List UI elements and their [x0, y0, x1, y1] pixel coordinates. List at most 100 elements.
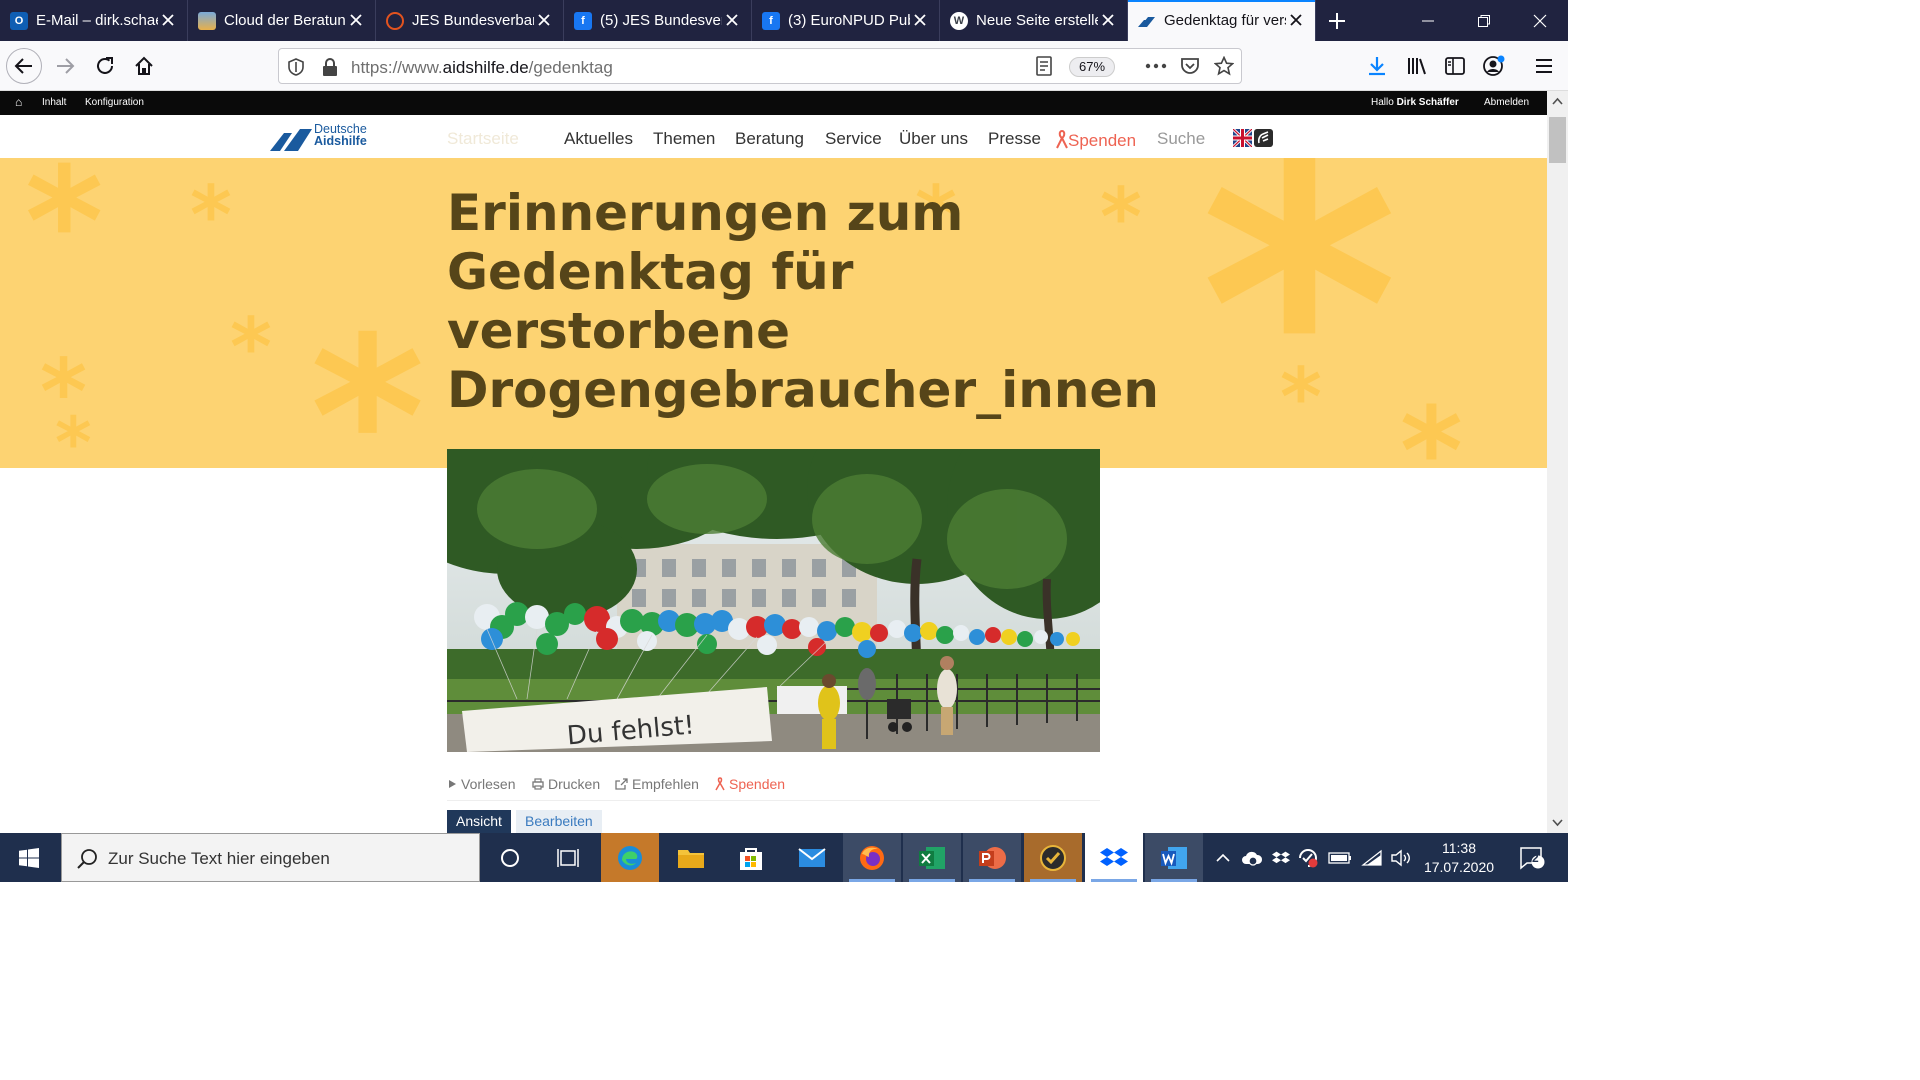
sidebar-button[interactable]	[1438, 50, 1472, 82]
tab-title: JES Bundesverband	[412, 12, 534, 29]
tray-wifi[interactable]	[1359, 833, 1385, 882]
action-center-button[interactable]: 2	[1512, 833, 1552, 882]
new-tab-button[interactable]	[1316, 0, 1358, 41]
nav-service[interactable]: Service	[825, 129, 882, 149]
pocket-button[interactable]	[1179, 55, 1201, 77]
taskbar-search-box[interactable]: Zur Suche Text hier eingeben	[61, 833, 480, 882]
taskbar-file-explorer[interactable]	[662, 833, 720, 882]
close-icon[interactable]	[347, 11, 365, 29]
tray-volume[interactable]	[1389, 833, 1413, 882]
admin-menu-content[interactable]: Inhalt	[42, 97, 66, 108]
minimize-button[interactable]	[1400, 0, 1456, 41]
forward-button[interactable]	[48, 50, 82, 82]
tray-battery[interactable]	[1327, 833, 1353, 882]
shield-icon[interactable]	[287, 58, 305, 76]
red-ribbon-icon	[1056, 129, 1068, 149]
restore-button[interactable]	[1456, 0, 1512, 41]
taskbar-mail[interactable]	[783, 833, 841, 882]
nav-themen[interactable]: Themen	[653, 129, 715, 149]
scroll-down-icon[interactable]	[1552, 819, 1563, 827]
logo-line-2: Aidshilfe	[314, 134, 367, 148]
aidshilfe-logo[interactable]: Deutsche Aidshilfe	[270, 123, 380, 153]
tray-antivirus[interactable]	[1296, 833, 1320, 882]
reader-view-button[interactable]	[1033, 55, 1055, 77]
bookmark-star-button[interactable]	[1213, 55, 1235, 77]
tray-onedrive[interactable]	[1240, 833, 1264, 882]
notification-count: 2	[1532, 851, 1539, 865]
library-button[interactable]	[1400, 50, 1434, 82]
decorative-asterisk-icon: *	[230, 301, 272, 394]
close-icon[interactable]	[911, 11, 929, 29]
user-name[interactable]: Dirk Schäffer	[1397, 97, 1459, 108]
tab-cloud[interactable]: Cloud der Beratung	[188, 0, 376, 41]
decorative-asterisk-icon: *	[1280, 351, 1322, 444]
nav-donate[interactable]: Spenden	[1056, 129, 1136, 151]
memorial-photo: Du fehlst!	[447, 449, 1100, 752]
nav-presse[interactable]: Presse	[988, 129, 1041, 149]
print-button[interactable]: Drucken	[532, 776, 600, 792]
tab-facebook-jes[interactable]: f (5) JES Bundesverband	[564, 0, 752, 41]
close-window-button[interactable]	[1512, 0, 1568, 41]
nav-ueber-uns[interactable]: Über uns	[899, 129, 968, 149]
aidshilfe-icon	[1138, 12, 1156, 30]
page-scrollbar[interactable]	[1547, 91, 1568, 833]
close-icon[interactable]	[723, 11, 741, 29]
cortana-button[interactable]	[481, 833, 539, 882]
restore-icon	[1478, 14, 1490, 27]
red-ribbon-icon	[715, 777, 725, 791]
tab-jes[interactable]: JES Bundesverband	[376, 0, 564, 41]
recommend-button[interactable]: Empfehlen	[615, 776, 699, 792]
close-icon[interactable]	[1287, 11, 1305, 29]
scrollbar-thumb[interactable]	[1549, 117, 1566, 163]
english-flag-icon[interactable]	[1233, 129, 1252, 147]
start-button[interactable]	[0, 833, 58, 882]
url-text[interactable]: https://www.aidshilfe.de/gedenktag	[351, 58, 613, 78]
tab-wordpress[interactable]: W Neue Seite erstellen	[940, 0, 1128, 41]
tab-facebook-euronpud[interactable]: f (3) EuroNPUD Public	[752, 0, 940, 41]
menu-button[interactable]	[1527, 50, 1561, 82]
reload-button[interactable]	[88, 50, 122, 82]
back-button[interactable]	[6, 48, 42, 84]
article-actions: Vorlesen Drucken Empfehlen Spenden	[447, 776, 1100, 798]
lock-icon[interactable]	[321, 57, 339, 77]
plus-icon	[1329, 12, 1345, 29]
tab-edit[interactable]: Bearbeiten	[516, 810, 602, 833]
taskbar-store[interactable]	[722, 833, 780, 882]
admin-home-icon[interactable]: ⌂	[15, 95, 22, 109]
task-view-button[interactable]	[539, 833, 597, 882]
nav-beratung[interactable]: Beratung	[735, 129, 804, 149]
show-hidden-icons-button[interactable]	[1212, 833, 1234, 882]
logout-link[interactable]: Abmelden	[1484, 97, 1529, 108]
clock-time: 11:38	[1442, 840, 1476, 856]
url-bar[interactable]: https://www.aidshilfe.de/gedenktag 67%	[278, 48, 1242, 84]
tab-email[interactable]: O E-Mail – dirk.schae	[0, 0, 188, 41]
read-aloud-button[interactable]: Vorlesen	[447, 776, 515, 792]
sign-language-icon[interactable]	[1254, 129, 1273, 147]
close-icon[interactable]	[1099, 11, 1117, 29]
taskbar-powerpoint[interactable]	[963, 833, 1021, 882]
tab-view[interactable]: Ansicht	[447, 810, 511, 833]
admin-menu-configuration[interactable]: Konfiguration	[85, 97, 144, 108]
nav-search[interactable]: Suche	[1157, 129, 1205, 149]
taskbar-edge[interactable]	[601, 833, 659, 882]
taskbar-excel[interactable]	[903, 833, 961, 882]
donate-link[interactable]: Spenden	[715, 776, 785, 792]
taskbar-clock[interactable]: 11:38 17.07.2020	[1418, 839, 1500, 877]
zoom-level-button[interactable]: 67%	[1069, 57, 1115, 77]
tray-dropbox[interactable]	[1270, 833, 1292, 882]
account-button[interactable]	[1477, 50, 1511, 82]
tab-title: (5) JES Bundesverband	[600, 12, 722, 29]
taskbar-word[interactable]	[1145, 833, 1203, 882]
page-actions-button[interactable]	[1145, 55, 1167, 77]
nav-aktuelles[interactable]: Aktuelles	[564, 129, 633, 149]
taskbar-todo-app[interactable]	[1024, 833, 1082, 882]
tab-strip: O E-Mail – dirk.schae Cloud der Beratung…	[0, 0, 1568, 41]
home-button[interactable]	[127, 50, 161, 82]
close-icon[interactable]	[535, 11, 553, 29]
taskbar-dropbox[interactable]	[1085, 833, 1143, 882]
downloads-button[interactable]	[1360, 50, 1394, 82]
close-icon[interactable]	[159, 11, 177, 29]
tab-gedenktag[interactable]: Gedenktag für verst	[1128, 0, 1316, 41]
taskbar-firefox[interactable]	[843, 833, 901, 882]
scroll-up-icon[interactable]	[1552, 97, 1563, 105]
